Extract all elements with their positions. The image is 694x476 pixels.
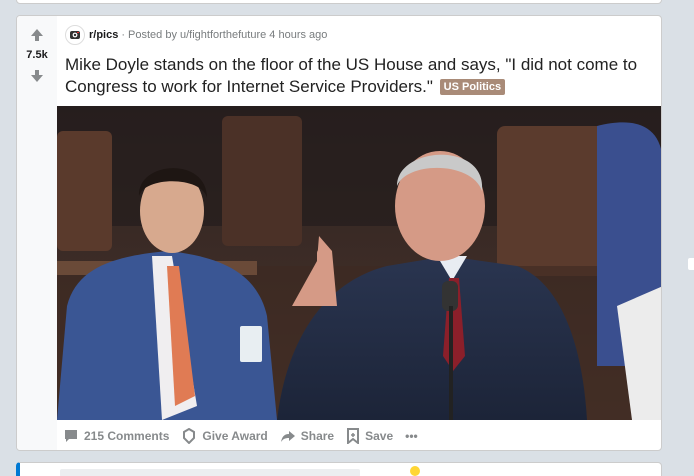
- award-icon: [183, 428, 196, 444]
- right-edge-card: [688, 258, 694, 270]
- next-post-award-icon: [410, 466, 420, 476]
- share-button[interactable]: Share: [280, 428, 334, 444]
- save-label: Save: [365, 429, 394, 443]
- meta-separator: ·: [121, 29, 126, 41]
- subreddit-link[interactable]: r/pics: [89, 29, 118, 41]
- posted-by-link[interactable]: Posted by u/fightforthefuture: [128, 29, 266, 41]
- post-flair[interactable]: US Politics: [439, 79, 506, 95]
- post-photo: [57, 106, 661, 420]
- post-time[interactable]: 4 hours ago: [269, 29, 327, 41]
- post-title-text[interactable]: Mike Doyle stands on the floor of the US…: [65, 55, 637, 96]
- give-award-label: Give Award: [202, 429, 268, 443]
- vote-column: 7.5k: [17, 16, 57, 450]
- post-card[interactable]: 7.5k r/pics · Posted by u/fightforthefut…: [16, 15, 662, 451]
- share-label: Share: [300, 429, 335, 443]
- more-options-button[interactable]: •••: [405, 429, 418, 443]
- post-content: r/pics · Posted by u/fightforthefuture 4…: [57, 16, 661, 450]
- next-post-card[interactable]: [16, 462, 662, 476]
- save-icon: [347, 428, 360, 444]
- post-meta: r/pics · Posted by u/fightforthefuture 4…: [65, 25, 327, 45]
- post-title[interactable]: Mike Doyle stands on the floor of the US…: [65, 54, 645, 98]
- comment-icon: [65, 430, 77, 442]
- post-image[interactable]: [57, 106, 661, 420]
- post-actions: 215 Comments Give Award Share Save •••: [63, 424, 430, 448]
- share-icon: [280, 431, 295, 442]
- save-button[interactable]: Save: [346, 428, 393, 444]
- previous-post-card: [16, 0, 662, 4]
- comments-label: 215 Comments: [84, 429, 170, 443]
- subreddit-icon[interactable]: [65, 25, 85, 45]
- upvote-icon[interactable]: [29, 27, 45, 43]
- vote-count: 7.5k: [26, 49, 48, 61]
- downvote-icon[interactable]: [29, 68, 45, 84]
- next-post-preview: [60, 469, 360, 476]
- more-icon: •••: [405, 429, 418, 443]
- give-award-button[interactable]: Give Award: [181, 428, 268, 444]
- comments-button[interactable]: 215 Comments: [63, 428, 169, 444]
